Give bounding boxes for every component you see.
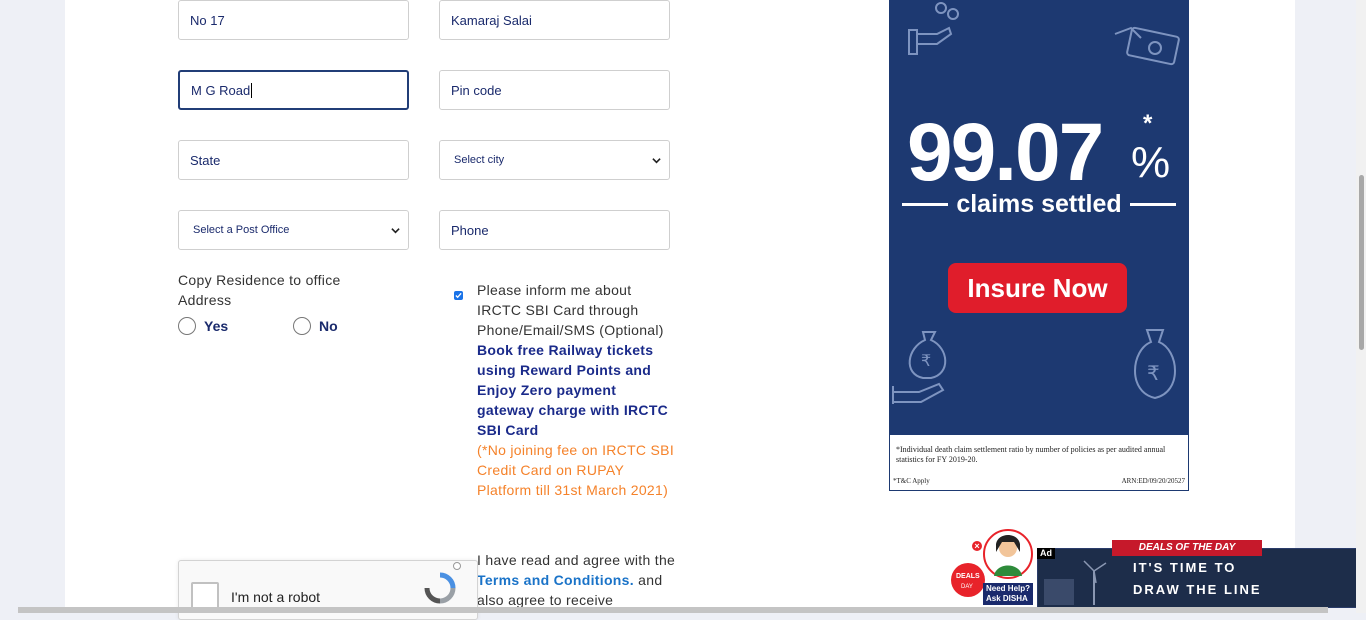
recaptcha-logo-icon	[424, 572, 456, 604]
inform-text: Please inform me about IRCTC SBI Card th…	[477, 282, 664, 338]
street-value: Kamaraj Salai	[451, 12, 532, 28]
svg-text:₹: ₹	[921, 351, 931, 370]
copy-address-label: Copy Residence to office Address	[178, 272, 341, 308]
svg-text:₹: ₹	[1147, 361, 1160, 385]
post-office-select-value: Select a Post Office	[193, 224, 290, 236]
claims-dash-left	[902, 203, 949, 206]
insurance-ad[interactable]: ₹ ₹ 99.07 * % claims settled Insure Now …	[889, 0, 1189, 491]
tc-apply-text: *T&C Apply	[893, 477, 930, 485]
terms-link[interactable]: Terms and Conditions.	[477, 572, 634, 588]
reward-text: Book free Railway tickets using Reward P…	[477, 342, 669, 438]
claims-settled-text: claims settled	[956, 190, 1122, 218]
disha-line-1: Need Help?	[986, 584, 1031, 593]
hand-coin-icon	[908, 2, 959, 55]
check-icon	[455, 292, 462, 299]
close-icon[interactable]: ×	[972, 541, 982, 551]
arn-text: ARN:ED/09/20/20527	[1121, 477, 1185, 485]
street-field[interactable]: Kamaraj Salai	[439, 0, 670, 40]
claims-settled-row: claims settled	[889, 190, 1189, 219]
house-number-field[interactable]: No 17	[178, 0, 409, 40]
claims-percentage: 99.07	[907, 107, 1104, 198]
deals-headline-2: DRAW THE LINE	[1133, 582, 1262, 597]
post-office-select[interactable]: Select a Post Office	[178, 210, 409, 250]
house-number-value: No 17	[190, 12, 225, 28]
claims-dash-right	[1129, 203, 1176, 206]
claims-percent-sign: %	[1131, 138, 1171, 187]
svg-text:DEALS: DEALS	[956, 573, 980, 580]
phone-field[interactable]: Phone	[439, 210, 670, 250]
recaptcha-label: I'm not a robot	[231, 589, 321, 605]
ad-marker: Ad	[1037, 548, 1055, 559]
phone-placeholder: Phone	[451, 222, 489, 238]
pincode-placeholder: Pin code	[451, 82, 502, 98]
disclaimer-note: *Individual death claim settlement ratio…	[896, 445, 1166, 464]
disha-label[interactable]: Need Help? Ask DISHA	[983, 583, 1034, 605]
fee-text: (*No joining fee on IRCTC SBI Credit Car…	[477, 442, 675, 498]
disha-line-2: Ask DISHA	[986, 594, 1028, 603]
radio-no-label: No	[319, 318, 338, 334]
claims-asterisk: *	[1143, 110, 1153, 137]
agree-prefix: I have read and agree with the	[477, 552, 676, 568]
state-placeholder: State	[190, 152, 221, 168]
inform-checkbox[interactable]	[454, 291, 463, 300]
chevron-down-icon	[652, 157, 661, 163]
agree-text: I have read and agree with the Terms and…	[477, 550, 677, 610]
pincode-field[interactable]: Pin code	[439, 70, 670, 110]
radio-yes-label: Yes	[204, 318, 229, 334]
radio-dot-icon	[453, 562, 461, 570]
rupee-bag-hand-icon: ₹	[892, 331, 947, 404]
radio-yes-circle[interactable]	[178, 317, 196, 335]
horizontal-scrollbar[interactable]	[18, 607, 1328, 613]
insure-now-button[interactable]: Insure Now	[948, 263, 1127, 313]
money-bag-icon: ₹	[1134, 329, 1176, 400]
deals-headline-1: IT'S TIME TO	[1133, 560, 1237, 575]
deals-banner-ad[interactable]	[1037, 548, 1361, 608]
recaptcha-checkbox[interactable]	[191, 582, 219, 610]
chevron-down-icon	[391, 227, 400, 233]
svg-text:DAY: DAY	[961, 584, 973, 590]
radio-no[interactable]: No	[293, 317, 338, 335]
ad-disclaimer: *Individual death claim settlement ratio…	[889, 434, 1189, 491]
area-value: M G Road	[191, 82, 251, 98]
city-select-value: Select city	[454, 154, 505, 166]
radio-yes[interactable]: Yes	[178, 317, 228, 335]
cash-hand-icon	[1114, 26, 1180, 66]
deals-ribbon: DEALS OF THE DAY	[1112, 540, 1262, 556]
area-field[interactable]: M G Road	[178, 70, 409, 110]
city-select[interactable]: Select city	[439, 140, 670, 180]
text-caret	[251, 82, 253, 98]
radio-no-circle[interactable]	[293, 317, 311, 335]
consent-text: Please inform me about IRCTC SBI Card th…	[477, 280, 677, 500]
state-field[interactable]: State	[178, 140, 409, 180]
vertical-scroll-thumb[interactable]	[1359, 175, 1364, 350]
wind-turbine-icon	[1044, 560, 1107, 605]
